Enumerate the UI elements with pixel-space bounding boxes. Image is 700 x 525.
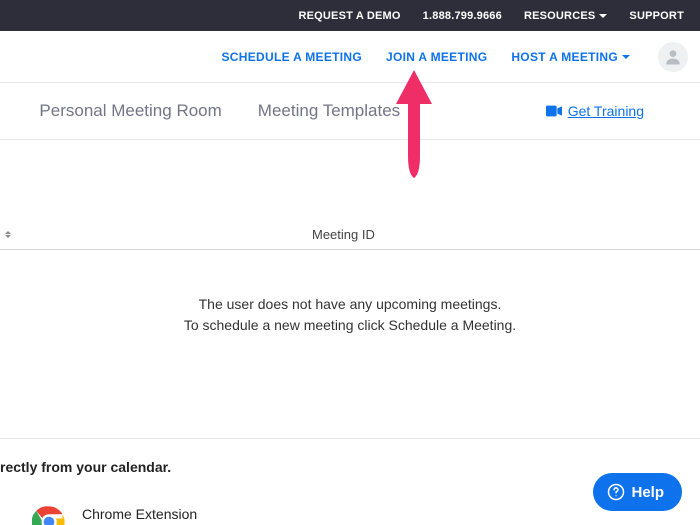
resources-label: RESOURCES	[524, 10, 595, 22]
table-col-topic[interactable]: ic	[0, 227, 11, 242]
tab-meeting-templates[interactable]: Meeting Templates	[258, 101, 400, 121]
schedule-meeting-link[interactable]: SCHEDULE A MEETING	[221, 50, 362, 64]
join-meeting-link[interactable]: JOIN A MEETING	[386, 50, 487, 64]
phone-link[interactable]: 1.888.799.9666	[423, 10, 502, 22]
resources-dropdown[interactable]: RESOURCES	[524, 10, 607, 22]
help-icon	[607, 483, 625, 501]
chrome-icon	[32, 505, 66, 525]
help-label: Help	[631, 484, 664, 501]
caret-down-icon	[622, 55, 630, 59]
help-button[interactable]: Help	[593, 473, 682, 511]
calendar-headline: rectly from your calendar.	[0, 459, 700, 475]
tab-personal-meeting-room[interactable]: Personal Meeting Room	[39, 101, 221, 121]
request-demo-link[interactable]: REQUEST A DEMO	[298, 10, 400, 22]
get-training-link[interactable]: Get Training	[546, 103, 644, 119]
caret-down-icon	[599, 14, 607, 18]
section-divider	[0, 438, 700, 439]
empty-line1: The user does not have any upcoming meet…	[0, 294, 700, 315]
sort-icon	[5, 231, 11, 238]
host-meeting-dropdown[interactable]: HOST A MEETING	[511, 50, 630, 64]
empty-state: The user does not have any upcoming meet…	[0, 294, 700, 336]
user-avatar[interactable]	[658, 42, 688, 72]
main-nav: SCHEDULE A MEETING JOIN A MEETING HOST A…	[0, 31, 700, 83]
table-col-meeting-id: Meeting ID	[312, 227, 375, 242]
video-icon	[546, 105, 562, 117]
chrome-extension-row: Chrome Extension Download	[32, 505, 700, 525]
extension-title: Chrome Extension	[82, 506, 197, 522]
host-meeting-label: HOST A MEETING	[511, 50, 618, 64]
support-link[interactable]: SUPPORT	[629, 10, 684, 22]
sub-nav-tabs: ngs Personal Meeting Room Meeting Templa…	[0, 83, 700, 140]
empty-line2: To schedule a new meeting click Schedule…	[0, 315, 700, 336]
user-icon	[663, 47, 683, 67]
top-utility-bar: REQUEST A DEMO 1.888.799.9666 RESOURCES …	[0, 0, 700, 31]
get-training-label: Get Training	[568, 103, 644, 119]
meetings-table-header: ic Meeting ID	[0, 220, 700, 250]
